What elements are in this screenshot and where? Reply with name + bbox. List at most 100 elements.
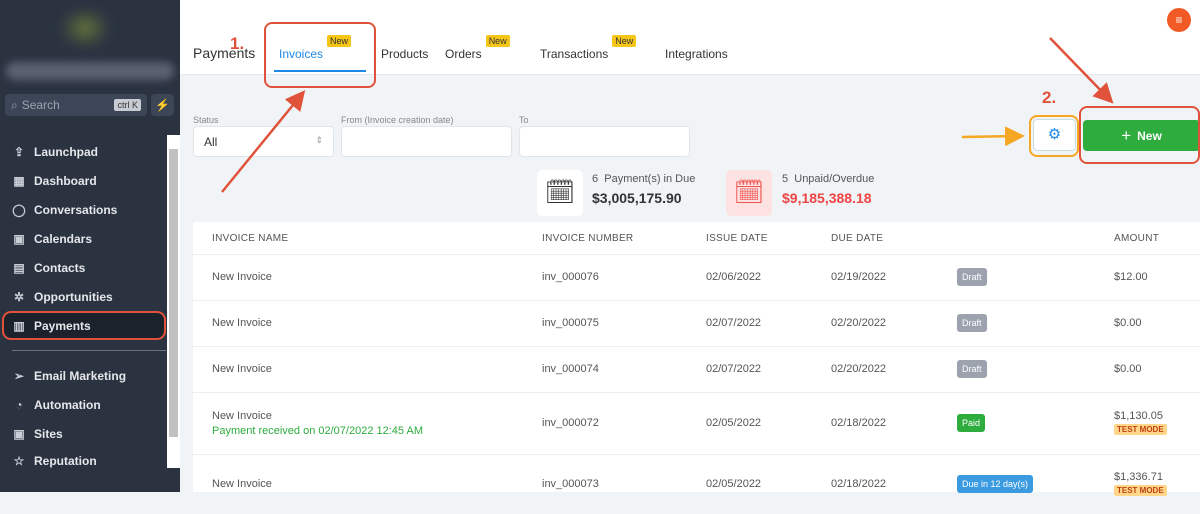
- new-badge: New: [485, 35, 510, 47]
- highlight-new-button: [1079, 106, 1200, 164]
- status-badge: Draft: [957, 360, 987, 378]
- dashboard-icon: ▦: [13, 173, 25, 188]
- status-badge: Draft: [957, 268, 987, 286]
- label: Opportunities: [34, 289, 113, 304]
- col-due-date[interactable]: DUE DATE: [831, 233, 883, 244]
- automation-icon: ◔: [15, 397, 23, 412]
- tab-integrations[interactable]: Integrations: [665, 47, 728, 61]
- search-input[interactable]: ⌕ Search ctrl K: [5, 94, 147, 116]
- due-amount: $3,005,175.90: [592, 190, 682, 206]
- sidebar-item-opportunities[interactable]: ✲ Opportunities: [0, 282, 168, 311]
- table-row[interactable]: New Invoice Payment received on 02/07/202…: [193, 392, 1200, 454]
- table-row[interactable]: New Invoice inv_000075 02/07/2022 02/20/…: [193, 300, 1200, 346]
- col-amount[interactable]: AMOUNT: [1114, 233, 1159, 244]
- col-invoice-name[interactable]: INVOICE NAME: [212, 233, 288, 244]
- sidebar-scrollbar[interactable]: [167, 135, 180, 468]
- invoice-name[interactable]: New Invoice: [212, 363, 272, 375]
- sidebar-item-conversations[interactable]: ◯ Conversations: [0, 195, 168, 224]
- page-title: Payments: [193, 45, 256, 61]
- status-badge: Draft: [957, 314, 987, 332]
- table-row[interactable]: New Invoice inv_000073 02/05/2022 02/18/…: [193, 454, 1200, 514]
- sidebar-item-reputation[interactable]: ☆ Reputation: [0, 448, 168, 468]
- contacts-icon: ▤: [13, 260, 25, 275]
- col-issue-date[interactable]: ISSUE DATE: [706, 233, 768, 244]
- shortcut-hint: ctrl K: [114, 99, 141, 111]
- arrow-to-settings: [961, 126, 1025, 147]
- tab-label: Integrations: [665, 47, 728, 61]
- issue-date: 02/05/2022: [706, 478, 762, 490]
- due-date: 02/19/2022: [831, 271, 887, 283]
- highlight-settings: [1029, 115, 1079, 157]
- invoice-number: inv_000076: [542, 271, 599, 283]
- quick-action-bolt-icon[interactable]: ⚡: [151, 94, 174, 116]
- status-badge: Paid: [957, 414, 986, 432]
- overdue-stat-label: 5 Unpaid/Overdue: [782, 173, 875, 185]
- label: Contacts: [34, 260, 86, 275]
- scrollbar-thumb[interactable]: [169, 149, 178, 437]
- logo: [60, 8, 110, 48]
- status-value: All: [204, 135, 218, 149]
- amount: $1,336.71 TEST MODE: [1114, 471, 1167, 496]
- test-mode-badge: TEST MODE: [1114, 424, 1167, 435]
- from-date-label: From (Invoice creation date): [341, 115, 454, 125]
- issue-date: 02/06/2022: [706, 271, 762, 283]
- label: Launchpad: [34, 144, 99, 159]
- sidebar-item-dashboard[interactable]: ▦ Dashboard: [0, 166, 168, 195]
- invoice-name[interactable]: New Invoice: [212, 478, 272, 490]
- to-date-input[interactable]: [519, 126, 690, 157]
- invoice-number: inv_000073: [542, 478, 599, 490]
- issue-date: 02/05/2022: [706, 417, 762, 429]
- account-name[interactable]: [6, 62, 174, 80]
- tab-label: Orders: [445, 47, 482, 61]
- label: Reputation: [34, 454, 97, 468]
- amount: $0.00: [1114, 363, 1142, 375]
- label: Dashboard: [34, 173, 97, 188]
- label: Conversations: [34, 202, 118, 217]
- tab-label: Products: [381, 47, 429, 61]
- col-invoice-number[interactable]: INVOICE NUMBER: [542, 233, 633, 244]
- star-icon: ☆: [13, 454, 25, 468]
- sidebar-item-automation[interactable]: ◔ Automation: [0, 390, 168, 419]
- invoice-number: inv_000072: [542, 417, 599, 429]
- invoice-name[interactable]: New Invoice: [212, 317, 272, 329]
- due-date: 02/18/2022: [831, 478, 887, 490]
- invoice-name[interactable]: New Invoice: [212, 271, 272, 283]
- sidebar-nav: ⇪ Launchpad ▦ Dashboard ◯ Conversations ▣ Ca…: [0, 137, 168, 468]
- label: Sites: [34, 426, 63, 441]
- invoice-number: inv_000074: [542, 363, 599, 375]
- status-badge: Due in 12 day(s): [957, 475, 1034, 493]
- search-placeholder: Search: [21, 98, 60, 112]
- table-row[interactable]: New Invoice inv_000074 02/07/2022 02/20/…: [193, 346, 1200, 392]
- due-date: 02/20/2022: [831, 317, 887, 329]
- table-row[interactable]: New Invoice inv_000076 02/06/2022 02/19/…: [193, 254, 1200, 300]
- search-icon: ⌕: [11, 97, 18, 112]
- status-select[interactable]: All ⇕: [193, 126, 334, 157]
- menu-icon[interactable]: ≡: [1167, 8, 1191, 32]
- sidebar: ⌕ Search ctrl K ⚡ ⇪ Launchpad ▦ Dashboard ◯ C…: [0, 0, 180, 492]
- label: Payments: [34, 318, 91, 333]
- sites-icon: ▣: [13, 426, 25, 441]
- invoice-name[interactable]: New Invoice Payment received on 02/07/202…: [212, 410, 423, 437]
- sidebar-item-contacts[interactable]: ▤ Contacts: [0, 253, 168, 282]
- status-label: Status: [193, 115, 219, 125]
- amount: $0.00: [1114, 317, 1142, 329]
- tab-products[interactable]: Products: [381, 47, 428, 61]
- test-mode-badge: TEST MODE: [1114, 485, 1167, 496]
- calendar-edit-icon: 🗓: [726, 170, 772, 216]
- opportunities-icon: ✲: [13, 289, 25, 304]
- label: Calendars: [34, 231, 93, 246]
- sidebar-item-sites[interactable]: ▣ Sites: [0, 419, 168, 448]
- step-2-label: 2.: [1042, 88, 1057, 107]
- sidebar-item-calendars[interactable]: ▣ Calendars: [0, 224, 168, 253]
- calendar-clock-icon: 🗓: [537, 170, 583, 216]
- sidebar-item-launchpad[interactable]: ⇪ Launchpad: [0, 137, 168, 166]
- chat-icon: ◯: [12, 202, 26, 217]
- sidebar-item-payments[interactable]: ▥ Payments: [2, 311, 166, 340]
- to-date-label: To: [519, 115, 529, 125]
- invoice-number: inv_000075: [542, 317, 599, 329]
- tab-transactions[interactable]: TransactionsNew: [540, 35, 637, 61]
- amount: $1,130.05 TEST MODE: [1114, 410, 1167, 435]
- sidebar-item-email-marketing[interactable]: ➢ Email Marketing: [0, 361, 168, 390]
- tab-orders[interactable]: OrdersNew: [445, 35, 510, 61]
- from-date-input[interactable]: [341, 126, 512, 157]
